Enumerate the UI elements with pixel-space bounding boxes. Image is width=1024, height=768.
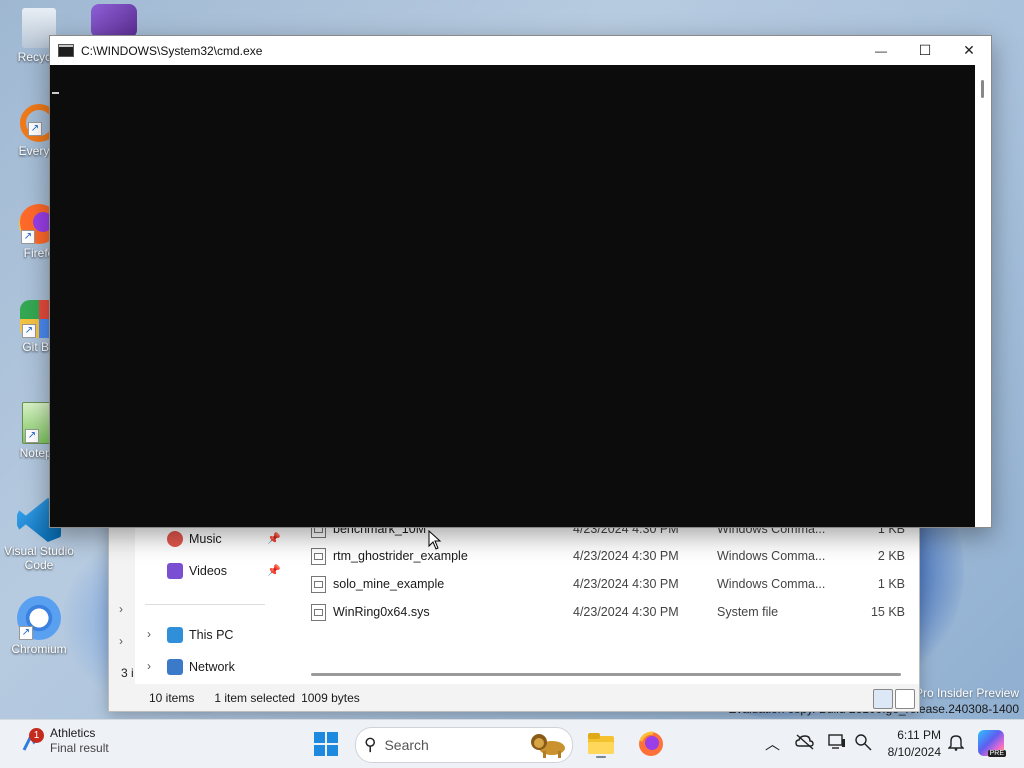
nav-item-videos[interactable]: Videos [167,558,227,584]
batch-file-icon [311,575,326,593]
shortcut-arrow-icon: ↗ [28,122,42,136]
visual-studio-icon [91,4,137,38]
clock-time: 6:11 PM [897,728,941,742]
search-placeholder: Search [384,737,429,753]
file-type: System file [717,605,779,619]
explorer-file-list: benchmark_10M 4/23/2024 4:30 PM Windows … [291,506,919,684]
clock-date: 8/10/2024 [887,745,941,759]
file-size: 15 KB [870,605,905,619]
chromium-icon: ↗ [17,596,61,640]
explorer-left-strip: › › [109,506,135,684]
watermark-line-1: Pro Insider Preview [914,686,1019,700]
chevron-right-icon[interactable]: › [119,602,123,616]
desktop: Recycle ↗ Everyth ↗ Firefo ↗ Git Ba ↗ No… [0,0,1024,768]
nav-item-network[interactable]: Network [167,654,235,680]
status-item-count: 10 items [149,691,195,705]
pin-icon: 📌 [267,565,281,577]
desktop-icon-label: Chromium [11,642,67,656]
system-clock[interactable]: 6:11 PM 8/10/2024 [888,727,941,761]
cmd-icon [58,44,74,57]
display-icon[interactable] [828,733,846,751]
video-icon [167,563,183,579]
system-file-icon [311,603,326,621]
file-date: 4/23/2024 4:30 PM [573,549,679,563]
cmd-window: C:\WINDOWS\System32\cmd.exe — ☐ ✕ [49,35,992,528]
file-name: solo_mine_example [333,577,445,591]
file-date: 4/23/2024 4:30 PM [573,577,679,591]
computer-icon [167,627,183,643]
notification-bell-icon[interactable] [948,733,964,751]
file-name: WinRing0x64.sys [333,605,430,619]
widget-subtitle: Final result [50,741,109,755]
explorer-navigation-pane: Music 📌 Videos 📌 › This PC › Network [135,506,310,684]
left-pane-count: 3 i [121,666,134,680]
file-row[interactable]: rtm_ghostrider_example 4/23/2024 4:30 PM… [311,543,905,569]
copilot-preview-badge: PRE [987,750,1006,757]
window-title: C:\WINDOWS\System32\cmd.exe [81,43,263,58]
taskbar-search-box[interactable]: ⚲ Search [355,727,573,763]
close-button[interactable]: ✕ [947,36,991,65]
file-row[interactable]: WinRing0x64.sys 4/23/2024 4:30 PM System… [311,599,905,625]
pin-icon: 📌 [267,533,281,545]
chevron-right-icon[interactable]: › [119,634,123,648]
file-size: 1 KB [877,577,905,591]
status-bytes: 1009 bytes [301,691,360,705]
details-view-button[interactable] [873,689,893,709]
scrollbar-thumb[interactable] [981,80,984,98]
minimize-button[interactable]: — [859,36,903,65]
shortcut-arrow-icon: ↗ [19,626,33,640]
search-highlight-lion-icon [531,734,565,758]
file-explorer-window: › › Music 📌 Videos 📌 › This PC › Network… [108,505,920,712]
file-date: 4/23/2024 4:30 PM [573,605,679,619]
copilot-icon[interactable]: PRE [978,730,1006,757]
file-row[interactable]: solo_mine_example 4/23/2024 4:30 PM Wind… [311,571,905,597]
cloud-offline-icon[interactable] [795,733,815,751]
explorer-status-bar: 10 items 1 item selected 1009 bytes [135,685,919,711]
maximize-button[interactable]: ☐ [903,36,947,65]
nav-item-this-pc[interactable]: This PC [167,622,233,648]
console-output[interactable] [50,65,975,527]
notification-badge: 1 [29,728,44,743]
file-type: Windows Comma... [717,549,826,563]
start-windows-icon[interactable] [313,731,339,757]
chevron-right-icon[interactable]: › [147,627,151,641]
widget-title: Athletics [50,726,96,740]
file-list-scrollbar[interactable] [311,673,901,676]
nav-item-label: Music [189,532,222,546]
status-selection: 1 item selected [214,691,296,705]
chevron-right-icon[interactable]: › [147,659,151,673]
text-cursor [52,92,59,94]
nav-item-label: This PC [189,628,234,642]
network-status-icon[interactable] [854,733,872,751]
nav-item-label: Network [189,660,235,674]
shortcut-arrow-icon: ↗ [21,230,35,244]
desktop-icon-chromium[interactable]: ↗ Chromium [4,596,74,656]
shortcut-arrow-icon: ↗ [22,324,36,338]
mouse-pointer-icon [428,530,442,550]
file-size: 2 KB [877,549,905,563]
file-explorer-taskbar-icon[interactable] [586,729,616,759]
shortcut-arrow-icon: ↗ [25,429,39,443]
music-icon [167,531,183,547]
search-icon: ⚲ [364,735,377,754]
cmd-titlebar[interactable]: C:\WINDOWS\System32\cmd.exe — ☐ ✕ [50,36,991,65]
batch-file-icon [311,547,326,565]
firefox-taskbar-icon[interactable] [636,729,666,759]
file-type: Windows Comma... [717,577,826,591]
nav-item-music[interactable]: Music [167,526,222,552]
taskbar: 1 Athletics Final result ⚲ Search ︿ 6:11… [0,719,1024,768]
desktop-icon-label: Visual Studio Code [4,544,74,572]
chevron-up-icon[interactable]: ︿ [765,733,780,754]
console-scrollbar[interactable] [975,65,991,527]
widgets-button[interactable]: 1 Athletics Final result [20,726,109,756]
nav-divider [145,604,265,605]
tiles-view-button[interactable] [895,689,915,709]
network-icon [167,659,183,675]
nav-item-label: Videos [189,564,227,578]
file-name: rtm_ghostrider_example [333,549,468,563]
athletics-icon: 1 [20,728,44,752]
